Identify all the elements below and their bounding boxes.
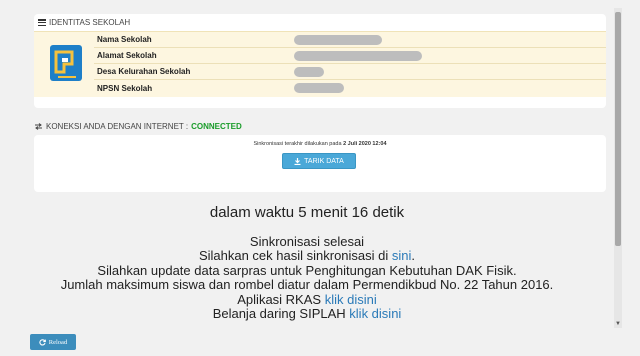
rkas-prefix: Aplikasi RKAS xyxy=(237,292,322,307)
koneksi-label: KONEKSI ANDA DENGAN INTERNET : xyxy=(46,122,189,131)
redacted-value xyxy=(294,35,382,45)
table-row: NPSN Sekolah xyxy=(94,80,606,96)
identitas-table: Nama Sekolah Alamat Sekolah Desa Kelurah… xyxy=(94,32,606,96)
last-sync-text: Sinkronisasi terakhir dilakukan pada 2 J… xyxy=(34,141,606,147)
redacted-value xyxy=(294,51,422,61)
main-content: IDENTITAS SEKOLAH Nama Sekolah Alamat Se… xyxy=(0,0,640,330)
scrollbar-thumb[interactable] xyxy=(615,12,621,246)
redacted-value xyxy=(294,83,344,93)
connection-status-badge: CONNECTED xyxy=(191,122,242,131)
identitas-panel: IDENTITAS SEKOLAH Nama Sekolah Alamat Se… xyxy=(34,14,606,108)
check-result-link[interactable]: sini xyxy=(392,248,412,263)
sarpras-notice: Silahkan update data sarpras untuk Pengh… xyxy=(97,263,517,278)
koneksi-panel: KONEKSI ANDA DENGAN INTERNET : CONNECTED… xyxy=(34,116,606,194)
check-result-prefix: Silahkan cek hasil sinkronisasi di xyxy=(198,248,389,263)
sync-box: Sinkronisasi terakhir dilakukan pada 2 J… xyxy=(34,135,606,192)
check-result-suffix: . xyxy=(411,248,416,263)
rkas-link[interactable]: klik disini xyxy=(325,292,377,307)
npsn-sekolah-label: NPSN Sekolah xyxy=(97,83,153,93)
list-icon xyxy=(38,19,46,26)
table-row: Desa Kelurahan Sekolah xyxy=(94,64,606,80)
tarik-data-button[interactable]: TARIK DATA xyxy=(282,153,356,169)
sync-complete-text: Sinkronisasi selesai xyxy=(249,234,365,249)
nama-sekolah-label: Nama Sekolah xyxy=(97,35,152,44)
table-row: Nama Sekolah xyxy=(94,32,606,48)
exchange-icon xyxy=(35,123,42,130)
download-icon xyxy=(294,157,301,165)
siplah-line: Belanja daring SIPLAH klik disini xyxy=(0,307,614,320)
siplah-link[interactable]: klik disini xyxy=(349,306,401,321)
last-sync-prefix: Sinkronisasi terakhir dilakukan pada xyxy=(253,141,342,147)
rkas-line: Aplikasi RKAS klik disini xyxy=(0,293,614,306)
table-row: Alamat Sekolah xyxy=(94,48,606,64)
identitas-box: Nama Sekolah Alamat Sekolah Desa Kelurah… xyxy=(34,31,606,97)
reload-button[interactable]: Reload xyxy=(30,334,76,350)
refresh-icon xyxy=(39,338,46,345)
identitas-title: IDENTITAS SEKOLAH xyxy=(49,18,131,27)
identitas-header: IDENTITAS SEKOLAH xyxy=(38,18,130,27)
tarik-data-label: TARIK DATA xyxy=(304,157,344,165)
rombel-notice: Jumlah maksimum siswa dan rombel diatur … xyxy=(60,277,554,292)
desa-kelurahan-label: Desa Kelurahan Sekolah xyxy=(97,67,191,76)
vertical-scrollbar[interactable]: ▼ xyxy=(614,8,622,328)
siplah-prefix: Belanja daring SIPLAH xyxy=(212,306,346,321)
last-sync-date: 2 Juli 2020 12:04 xyxy=(343,141,387,147)
redacted-value xyxy=(294,67,324,77)
school-logo-icon xyxy=(50,45,82,81)
check-result-text: Silahkan cek hasil sinkronisasi di sini. xyxy=(0,249,614,262)
sync-duration-text: dalam waktu 5 menit 16 detik xyxy=(209,204,405,221)
alamat-sekolah-label: Alamat Sekolah xyxy=(97,51,157,60)
scroll-down-arrow-icon[interactable]: ▼ xyxy=(614,321,622,328)
koneksi-status-line: KONEKSI ANDA DENGAN INTERNET : CONNECTED xyxy=(34,122,242,131)
reload-label: Reload xyxy=(48,338,68,346)
